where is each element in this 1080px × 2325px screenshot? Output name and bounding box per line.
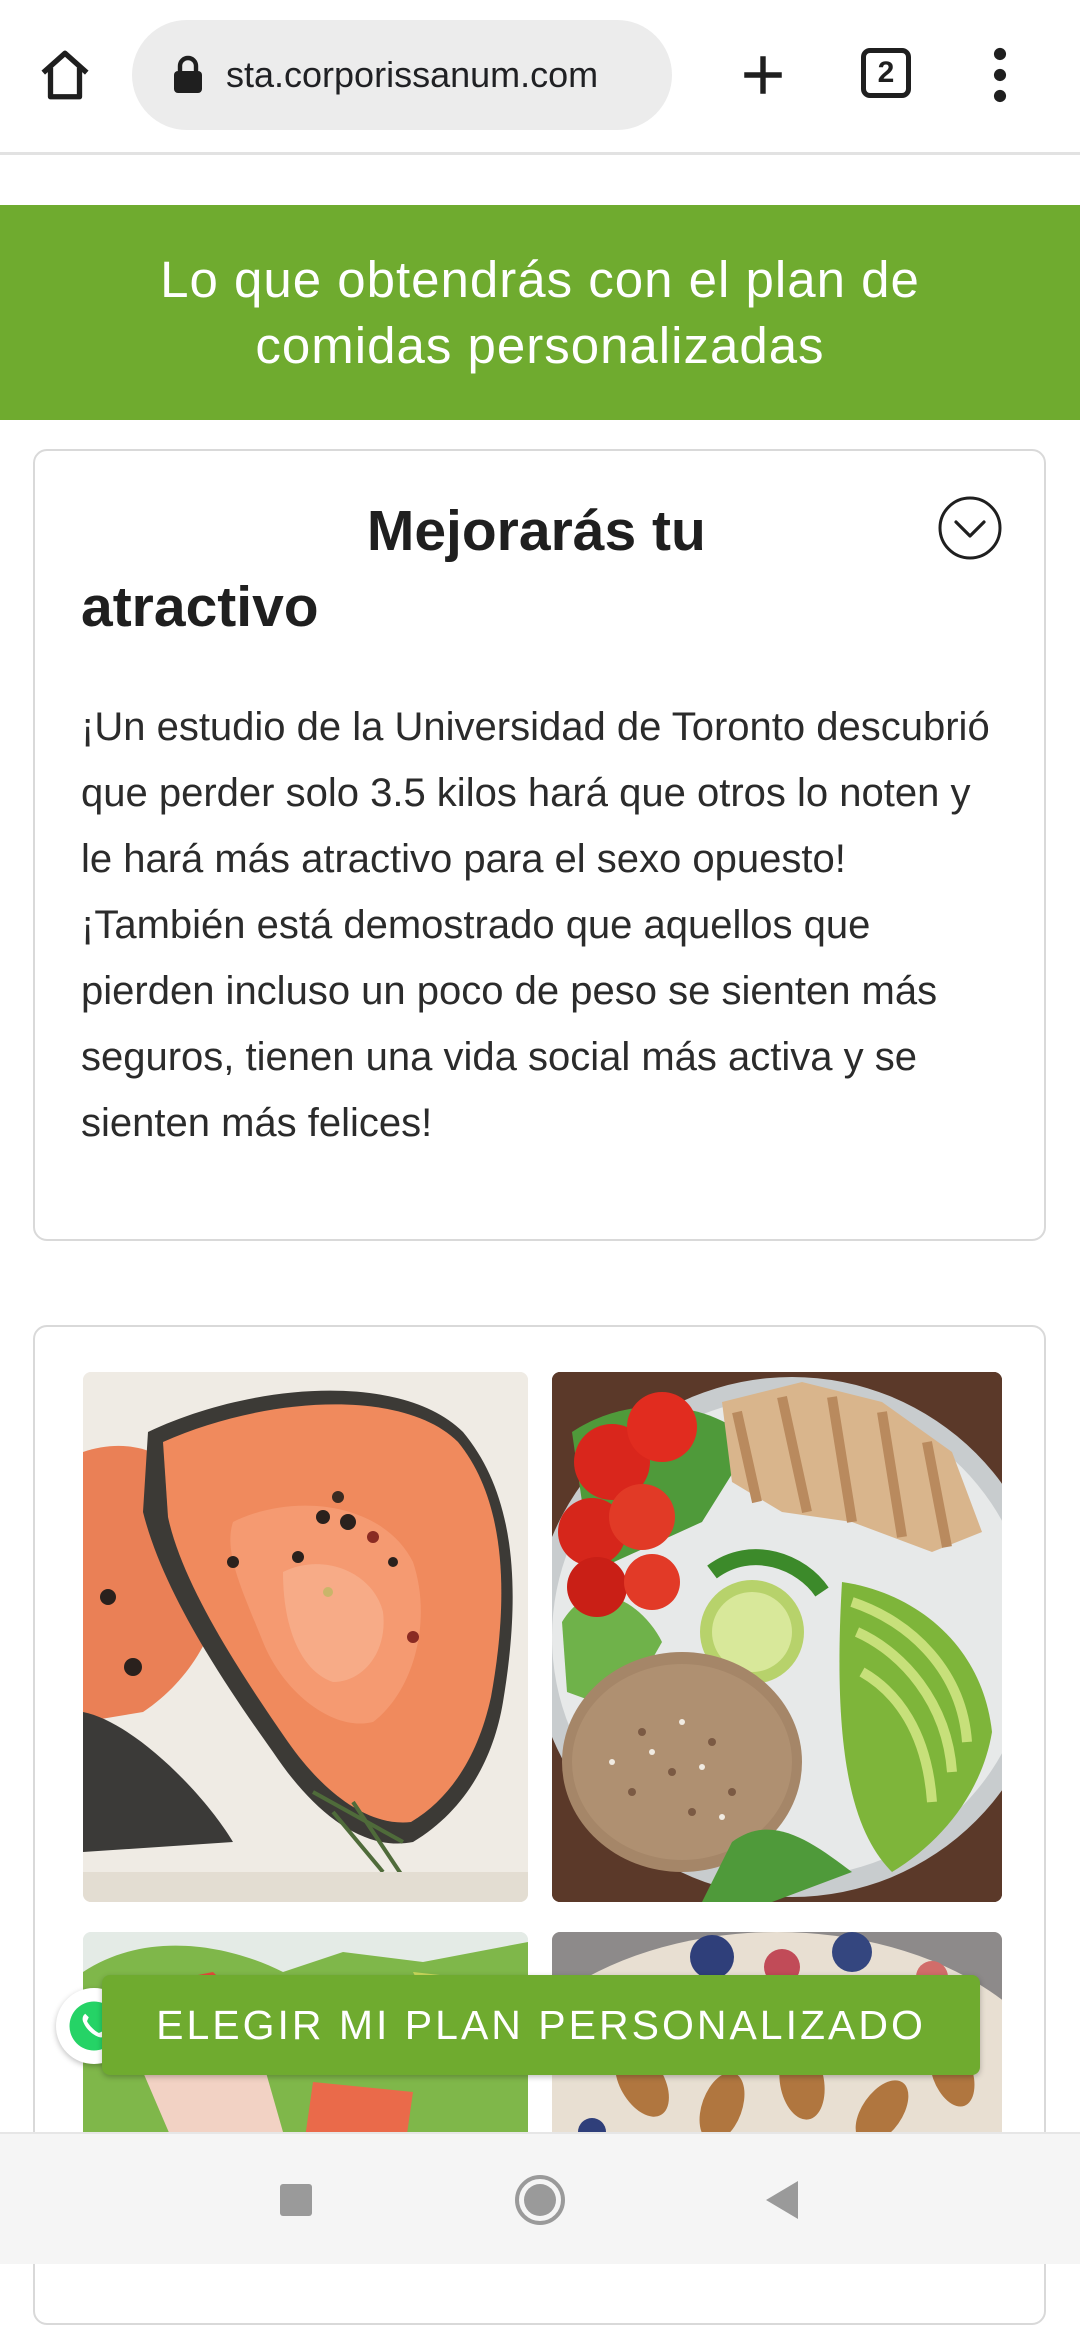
recents-icon[interactable]: [266, 2170, 326, 2230]
salmon-image: [83, 1372, 528, 1902]
section-banner: Lo que obtendrás con el plan de comidas …: [0, 205, 1080, 420]
new-tab-icon[interactable]: [728, 40, 798, 110]
address-bar[interactable]: sta.corporissanum.com: [132, 20, 672, 130]
url-text: sta.corporissanum.com: [226, 54, 599, 95]
lock-icon: [170, 55, 206, 95]
home-icon[interactable]: [30, 40, 100, 110]
benefit-card[interactable]: Mejorarás tu atractivo ¡Un estudio de la…: [33, 449, 1046, 1241]
back-icon[interactable]: [752, 2170, 812, 2230]
home-icon[interactable]: [510, 2170, 570, 2230]
banner-title: Lo que obtendrás con el plan de comidas …: [160, 250, 920, 374]
choose-plan-button[interactable]: ELEGIR MI PLAN PERSONALIZADO: [102, 1975, 980, 2075]
chicken-bowl-image: [552, 1372, 1002, 1902]
browser-toolbar: sta.corporissanum.com 2: [0, 0, 1080, 155]
title-icon-placeholder: [81, 510, 351, 560]
tab-count: 2: [861, 48, 911, 98]
chevron-down-icon[interactable]: [937, 495, 1003, 561]
more-vert-icon[interactable]: [970, 40, 1030, 110]
system-nav-bar: [0, 2132, 1080, 2264]
benefit-description: ¡Un estudio de la Universidad de Toronto…: [81, 705, 990, 1145]
tab-switcher-button[interactable]: 2: [858, 45, 914, 101]
benefit-title: Mejorarás tu atractivo: [81, 493, 901, 645]
